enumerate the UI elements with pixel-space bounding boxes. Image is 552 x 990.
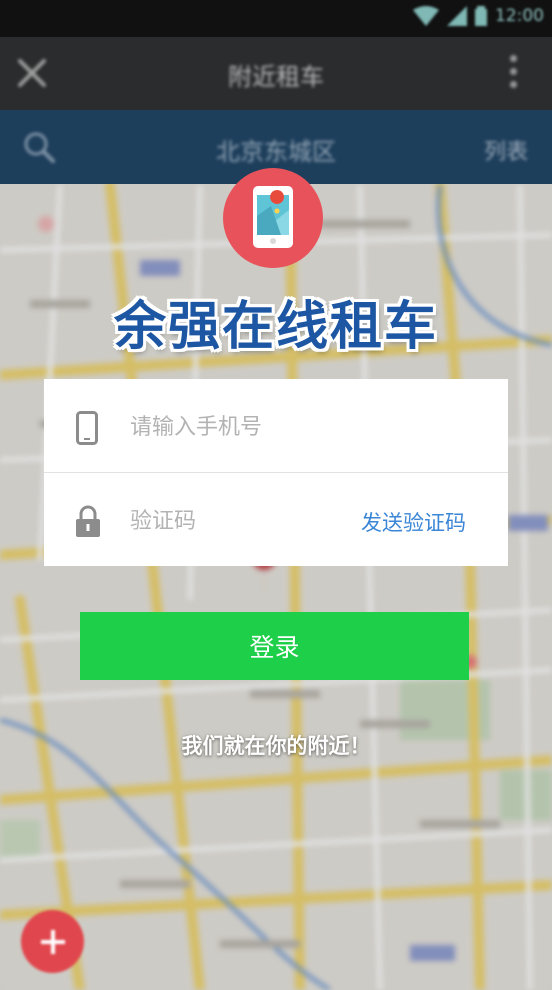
page-title: 附近租车 xyxy=(228,63,324,91)
login-form: 发送验证码 xyxy=(44,379,508,566)
battery-icon xyxy=(475,6,487,26)
current-location[interactable]: 北京东城区 xyxy=(0,132,552,167)
verification-code-input[interactable] xyxy=(128,503,372,539)
status-bar: 12:00 xyxy=(0,0,552,37)
title-bar: 附近租车 xyxy=(0,37,552,110)
verification-row: 发送验证码 xyxy=(44,473,508,566)
list-view-button[interactable]: 列表 xyxy=(484,134,528,166)
phone-input[interactable] xyxy=(128,409,372,445)
map-pin-phone-icon xyxy=(253,186,293,248)
plus-icon[interactable] xyxy=(21,910,84,973)
send-code-button[interactable]: 发送验证码 xyxy=(361,507,466,537)
app-logo xyxy=(223,168,323,268)
more-vertical-icon[interactable] xyxy=(510,55,518,91)
tagline: 我们就在你的附近！ xyxy=(181,734,371,758)
phone-icon xyxy=(76,411,98,445)
wifi-icon xyxy=(413,6,439,26)
status-clock: 12:00 xyxy=(495,6,544,26)
lock-icon xyxy=(76,505,100,537)
phone-row xyxy=(44,379,508,473)
signal-icon xyxy=(447,6,467,26)
login-button[interactable]: 登录 xyxy=(80,612,469,680)
brand-name: 余强在线租车 xyxy=(113,297,438,357)
